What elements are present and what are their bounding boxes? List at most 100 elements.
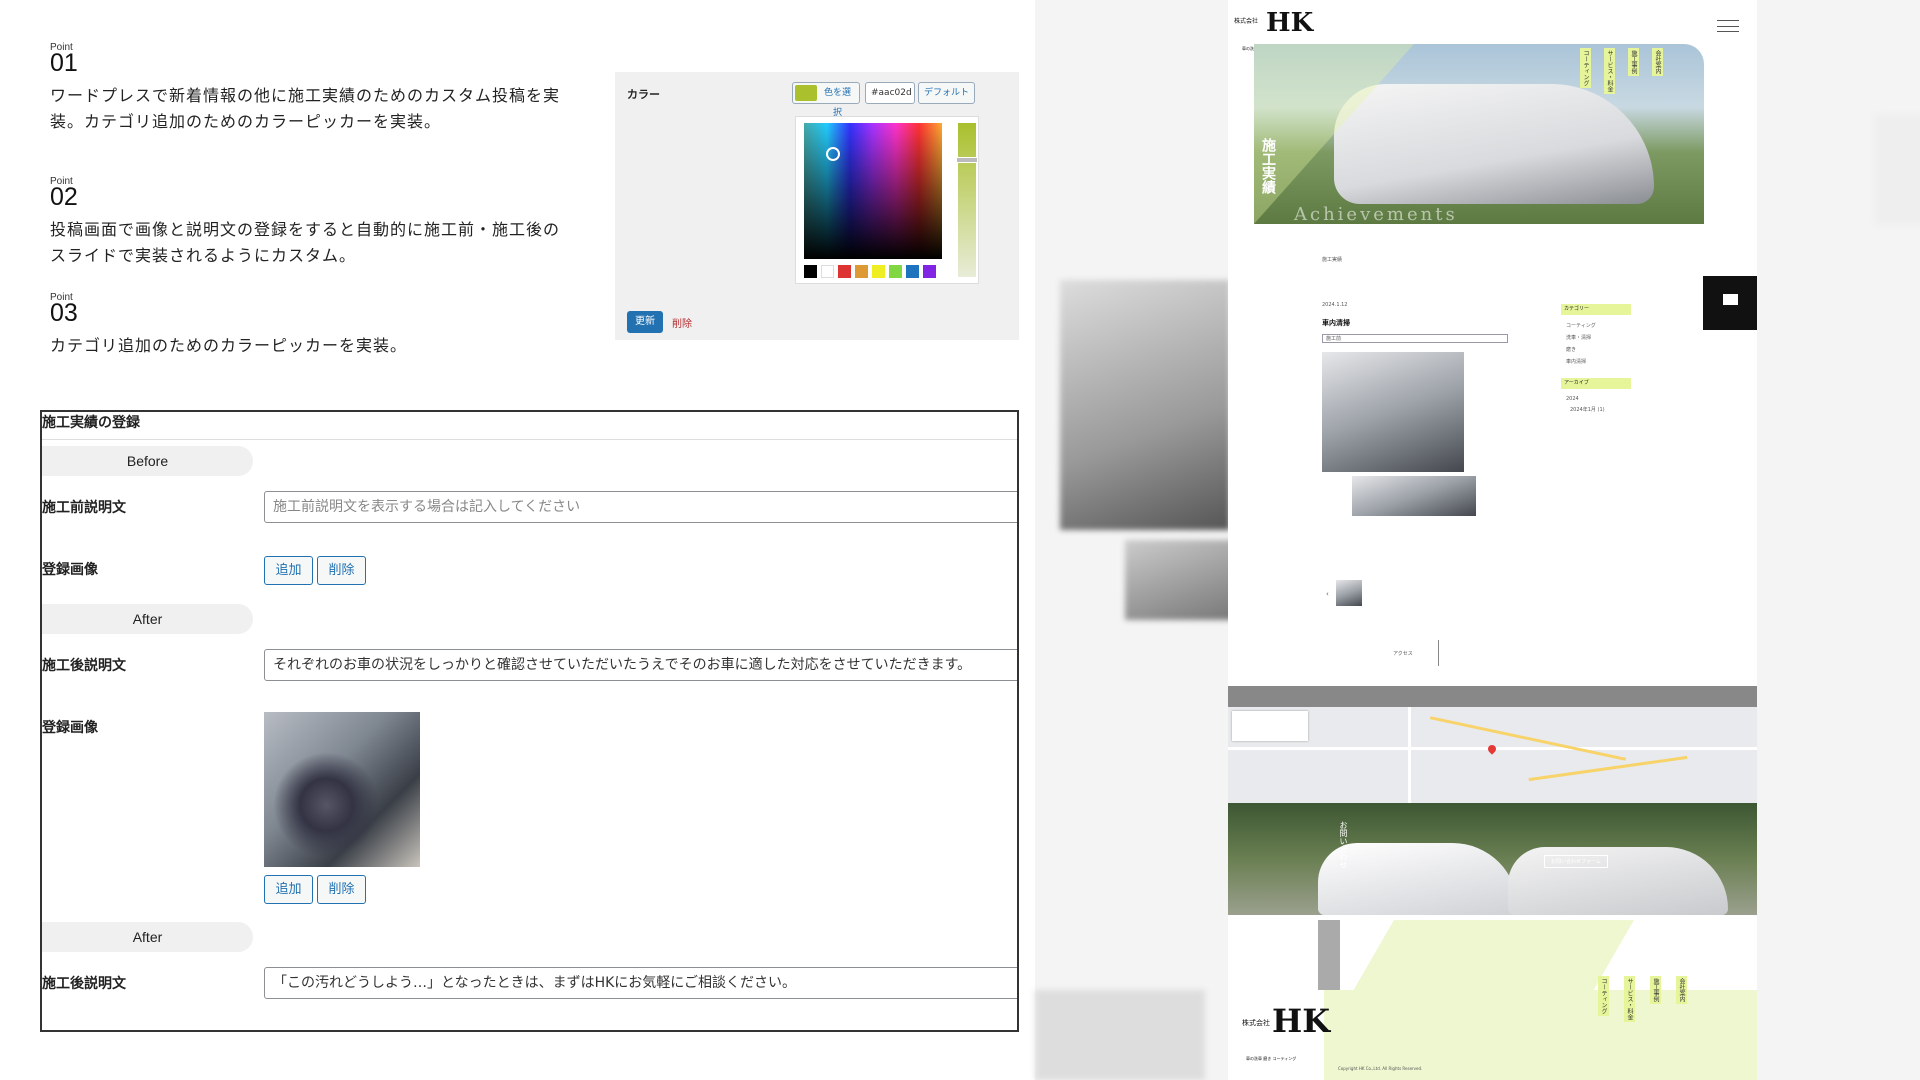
nav-tag-company[interactable]: 会社案内 bbox=[1652, 48, 1663, 76]
point-text: ワードプレスで新着情報の他に施工実績のためのカスタム投稿を実装。カテゴリ追加のた… bbox=[50, 86, 561, 131]
post-thumb-photo bbox=[1352, 476, 1476, 516]
after-desc-label-2: 施工後説明文 bbox=[42, 976, 126, 992]
color-handle[interactable] bbox=[826, 147, 840, 161]
access-divider bbox=[1438, 640, 1439, 666]
hero-english-title: Achievements bbox=[1294, 204, 1458, 224]
section-pill-before: Before bbox=[42, 446, 253, 476]
category-item[interactable]: 洗車・清掃 bbox=[1566, 334, 1591, 341]
select-color-button[interactable]: 色を選択 bbox=[792, 82, 860, 118]
category-item[interactable]: コーティング bbox=[1566, 322, 1596, 329]
mail-icon bbox=[1723, 294, 1738, 305]
footer-nav-tag[interactable]: 会社案内 bbox=[1676, 976, 1687, 1004]
hue-slider[interactable] bbox=[956, 123, 978, 277]
archive-item[interactable]: 2024 bbox=[1566, 396, 1579, 402]
hue-slider-handle[interactable] bbox=[956, 157, 978, 163]
footer-nav-tag[interactable]: サービス・料金 bbox=[1624, 976, 1635, 1022]
hex-input[interactable]: #aac02d bbox=[865, 82, 915, 104]
map-header-bar bbox=[1228, 686, 1757, 707]
footer-nav-tag[interactable]: 施工事例 bbox=[1650, 976, 1661, 1004]
category-heading: カテゴリー bbox=[1561, 304, 1631, 315]
contact-banner: お問い合わせ お問い合わせフォーム bbox=[1228, 803, 1757, 915]
before-image-label: 登録画像 bbox=[42, 562, 98, 578]
palette-swatch-purple[interactable] bbox=[923, 265, 936, 278]
after-desc-label: 施工後説明文 bbox=[42, 658, 126, 674]
blurred-thumb-photo bbox=[1125, 540, 1235, 620]
footer-logo-mark[interactable]: HK bbox=[1272, 1002, 1330, 1040]
contact-car-image-2 bbox=[1508, 847, 1728, 915]
select-color-label: 色を選択 bbox=[823, 88, 851, 118]
point-number: 01 bbox=[50, 49, 78, 77]
palette-swatch-white[interactable] bbox=[821, 265, 834, 278]
category-item[interactable]: 車内清掃 bbox=[1566, 358, 1586, 365]
after-add-image-button[interactable]: 追加 bbox=[264, 875, 313, 904]
map-highway bbox=[1528, 755, 1688, 782]
footer-nav-tag[interactable]: コーティング bbox=[1598, 976, 1609, 1016]
divider bbox=[42, 439, 1017, 440]
color-picker-popup bbox=[795, 116, 979, 284]
post-tag: 施工前 bbox=[1322, 334, 1508, 343]
nav-tag-coating[interactable]: コーティング bbox=[1580, 48, 1591, 88]
chevron-left-icon[interactable]: ‹ bbox=[1326, 590, 1329, 598]
palette-swatch-blue[interactable] bbox=[906, 265, 919, 278]
map-highway bbox=[1429, 716, 1627, 761]
delete-link[interactable]: 削除 bbox=[672, 315, 692, 330]
map-pin-icon[interactable] bbox=[1486, 743, 1498, 755]
google-map[interactable] bbox=[1228, 707, 1757, 803]
point-text: 投稿画面で画像と説明文の登録をすると自動的に施工前・施工後のスライドで実装される… bbox=[50, 220, 561, 265]
color-picker-panel: カラー 色を選択 #aac02d デフォルト 更新 削除 bbox=[615, 72, 1019, 340]
section-pill-after: After bbox=[42, 604, 253, 634]
palette-swatch-black[interactable] bbox=[804, 265, 817, 278]
after-desc-input[interactable]: それぞれのお車の状況をしっかりと確認させていただいたうえでそのお車に適した対応を… bbox=[264, 649, 1017, 681]
color-field-label: カラー bbox=[627, 88, 660, 101]
map-info-card[interactable] bbox=[1232, 711, 1308, 741]
palette-swatch-orange[interactable] bbox=[855, 265, 868, 278]
palette-swatch-red[interactable] bbox=[838, 265, 851, 278]
contact-form-button[interactable]: お問い合わせフォーム bbox=[1544, 855, 1608, 868]
breadcrumb[interactable]: 施工実績 bbox=[1322, 256, 1342, 263]
point-number: 03 bbox=[50, 299, 78, 327]
hero-accent-shape bbox=[1254, 44, 1414, 224]
access-label: アクセス bbox=[1393, 651, 1413, 657]
post-date: 2024.1.12 bbox=[1322, 302, 1348, 308]
before-delete-image-button[interactable]: 削除 bbox=[317, 556, 366, 585]
current-color-swatch bbox=[795, 85, 817, 101]
related-post-thumb[interactable] bbox=[1336, 580, 1362, 606]
contact-vertical-title: お問い合わせ bbox=[1339, 821, 1348, 869]
blurred-footer bbox=[1035, 990, 1205, 1080]
after-registered-image bbox=[264, 712, 420, 867]
nav-tag-cases[interactable]: 施工事例 bbox=[1628, 48, 1639, 76]
form-heading: 施工実績の登録 bbox=[42, 415, 140, 431]
default-color-button[interactable]: デフォルト bbox=[918, 82, 976, 104]
blurred-seat-photo bbox=[1060, 280, 1230, 530]
after-desc-input-2[interactable]: 「この汚れどうしよう…」となったときは、まずはHKにお気軽にご相談ください。 bbox=[264, 967, 1017, 999]
point-number: 02 bbox=[50, 183, 78, 211]
achievement-form: 施工実績の登録 Before 施工前説明文 施工前説明文を表示する場合は記入して… bbox=[40, 410, 1019, 1032]
logo-company: 株式会社 bbox=[1234, 18, 1259, 25]
saturation-field[interactable] bbox=[804, 123, 942, 259]
section-pill-after-2: After bbox=[42, 922, 253, 952]
category-item[interactable]: 磨き bbox=[1566, 346, 1576, 353]
point-text: カテゴリ追加のためのカラーピッカーを実装。 bbox=[50, 336, 408, 355]
decorative-gray-bar bbox=[1318, 920, 1340, 990]
post-title: 車内清掃 bbox=[1322, 319, 1350, 327]
copyright: Copyright HK Co.,Ltd. All Rights Reserve… bbox=[1338, 1066, 1423, 1071]
point-01: Point 01 ワードプレスで新着情報の他に施工実績のためのカスタム投稿を実装… bbox=[50, 42, 570, 135]
nav-tag-service[interactable]: サービス・料金 bbox=[1604, 48, 1615, 94]
before-add-image-button[interactable]: 追加 bbox=[264, 556, 313, 585]
contact-float-button[interactable] bbox=[1703, 276, 1757, 330]
archive-item[interactable]: 2024年1月 (1) bbox=[1570, 406, 1605, 413]
palette-swatch-yellow[interactable] bbox=[872, 265, 885, 278]
palette-swatch-green[interactable] bbox=[889, 265, 902, 278]
after-delete-image-button[interactable]: 削除 bbox=[317, 875, 366, 904]
hero-vertical-title: 施工実績 bbox=[1260, 138, 1276, 194]
point-03: Point 03 カテゴリ追加のためのカラーピッカーを実装。 bbox=[50, 292, 570, 359]
before-desc-input[interactable]: 施工前説明文を表示する場合は記入してください bbox=[264, 491, 1017, 523]
footer-logo-sub: 車の洗車 磨き コーティング bbox=[1246, 1056, 1297, 1061]
blurred-side-panel bbox=[1875, 115, 1920, 225]
before-desc-label: 施工前説明文 bbox=[42, 500, 126, 516]
update-button[interactable]: 更新 bbox=[627, 311, 663, 333]
logo-mark[interactable]: HK bbox=[1266, 8, 1313, 38]
hamburger-menu-icon[interactable] bbox=[1717, 20, 1739, 32]
website-mockup: 株式会社 HK 車の洗車 磨き コーティング 施工実績 Achievements… bbox=[1228, 0, 1757, 1080]
map-road bbox=[1408, 707, 1411, 803]
